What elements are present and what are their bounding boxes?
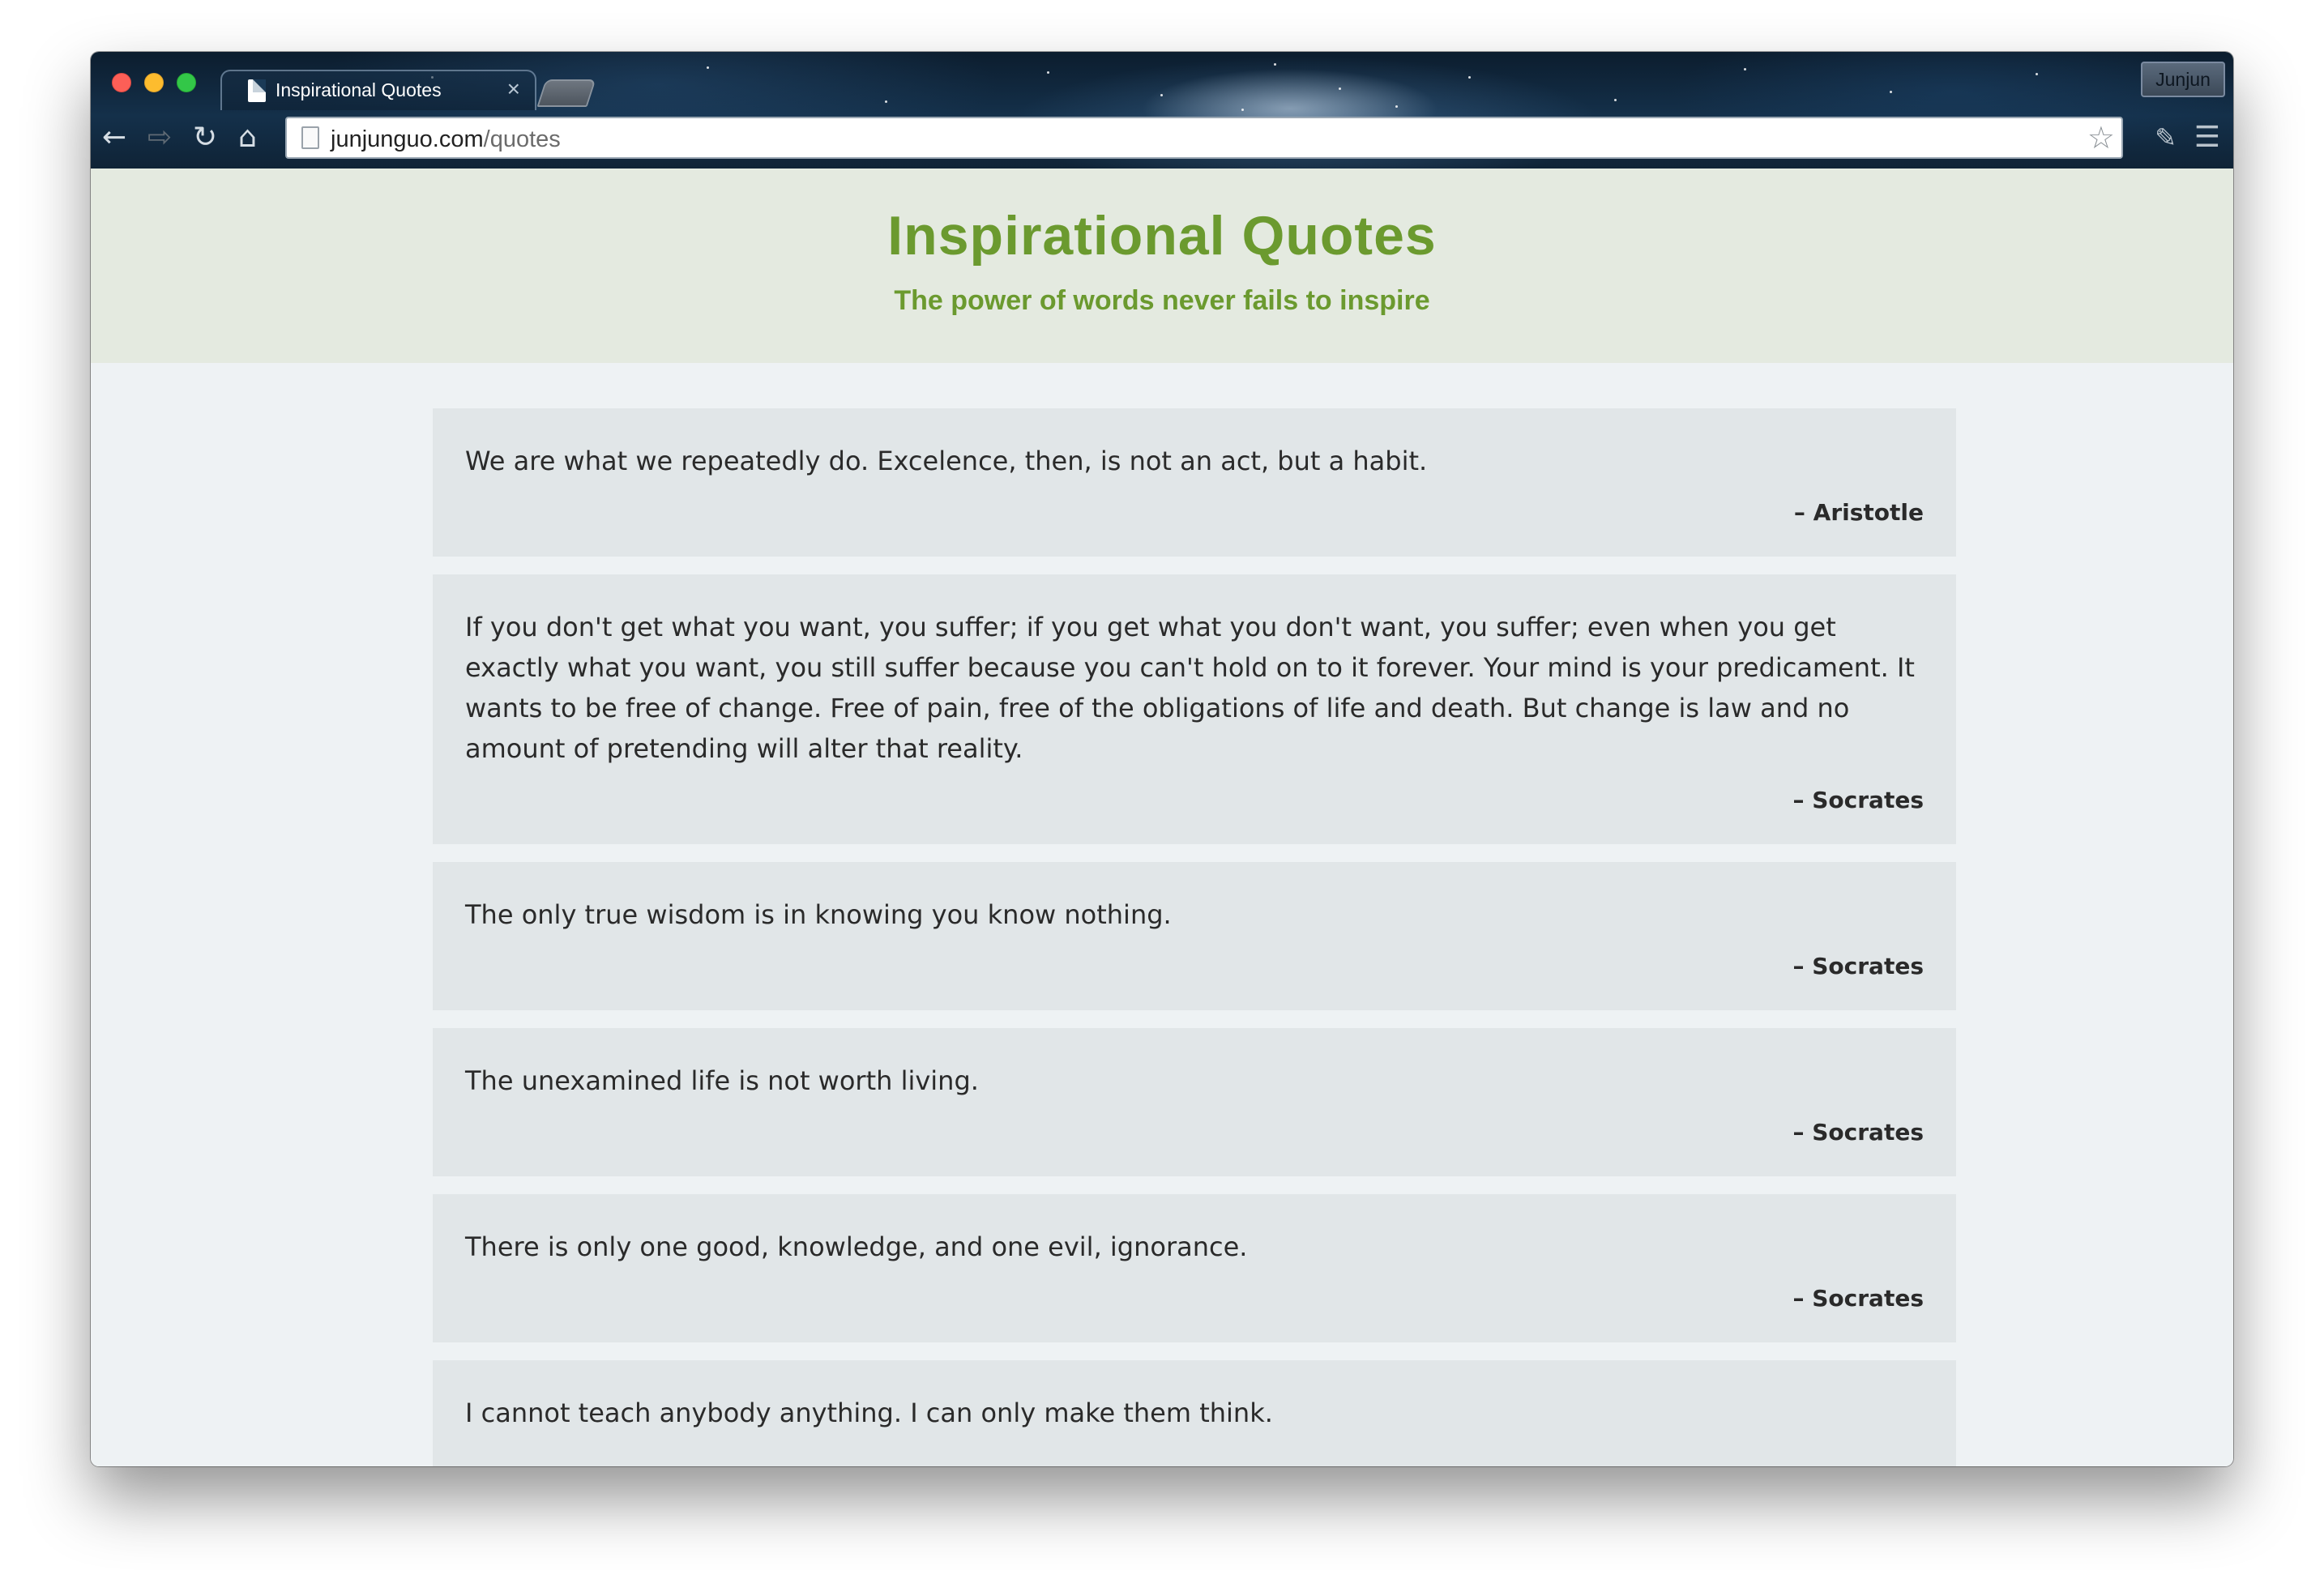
address-bar[interactable]: junjunguo.com/quotes ☆ bbox=[285, 117, 2123, 159]
page-title: Inspirational Quotes bbox=[887, 205, 1437, 267]
extension-icon[interactable]: ✎ bbox=[2155, 122, 2177, 154]
quote-text: The unexamined life is not worth living. bbox=[465, 1065, 979, 1096]
page-content: Inspirational Quotes The power of words … bbox=[91, 169, 2233, 1466]
quote-text: There is only one good, knowledge, and o… bbox=[465, 1231, 1248, 1262]
page-subtitle: The power of words never fails to inspir… bbox=[894, 285, 1430, 316]
quote-card: There is only one good, knowledge, and o… bbox=[433, 1194, 1956, 1342]
reload-icon[interactable]: ↻ bbox=[193, 122, 217, 154]
quote-card: The only true wisdom is in knowing you k… bbox=[433, 862, 1956, 1010]
quote-text: I cannot teach anybody anything. I can o… bbox=[465, 1398, 1273, 1428]
zoom-window-button[interactable] bbox=[177, 73, 196, 92]
profile-button[interactable]: Junjun bbox=[2141, 62, 2225, 97]
bookmark-star-icon[interactable]: ☆ bbox=[2087, 120, 2115, 156]
quote-author: – Aristotle bbox=[1793, 499, 1924, 526]
minimize-window-button[interactable] bbox=[144, 73, 164, 92]
browser-window: Inspirational Quotes × Junjun ← ⇨ ↻ ⌂ ju… bbox=[91, 52, 2233, 1466]
page-icon bbox=[248, 79, 266, 102]
quote-text: We are what we repeatedly do. Excelence,… bbox=[465, 446, 1428, 476]
quote-list: We are what we repeatedly do. Excelence,… bbox=[433, 408, 1956, 1466]
quote-author: – Socrates bbox=[1792, 1119, 1925, 1146]
menu-icon[interactable]: ☰ bbox=[2194, 122, 2220, 154]
forward-arrow-icon[interactable]: ⇨ bbox=[147, 122, 172, 154]
quote-text: If you don't get what you want, you suff… bbox=[465, 612, 1915, 764]
quote-card: The unexamined life is not worth living.… bbox=[433, 1028, 1956, 1176]
url-host: junjunguo.com bbox=[331, 126, 484, 152]
tab-inspirational-quotes[interactable]: Inspirational Quotes × bbox=[220, 70, 536, 110]
tab-close-icon[interactable]: × bbox=[507, 76, 520, 102]
new-tab-button[interactable] bbox=[536, 79, 596, 107]
url-path: /quotes bbox=[483, 126, 561, 152]
url-text[interactable]: junjunguo.com/quotes bbox=[331, 126, 561, 153]
browser-toolbar: Inspirational Quotes × Junjun ← ⇨ ↻ ⌂ ju… bbox=[91, 52, 2233, 169]
tab-title: Inspirational Quotes bbox=[276, 79, 442, 100]
back-arrow-icon[interactable]: ← bbox=[102, 122, 126, 154]
page-icon bbox=[301, 126, 319, 149]
quote-author: – Socrates bbox=[1792, 1285, 1925, 1312]
quote-author: – Socrates bbox=[1792, 953, 1925, 979]
close-window-button[interactable] bbox=[112, 73, 131, 92]
page-header: Inspirational Quotes The power of words … bbox=[91, 169, 2233, 363]
home-icon[interactable]: ⌂ bbox=[238, 122, 257, 154]
quote-card: I cannot teach anybody anything. I can o… bbox=[433, 1360, 1956, 1466]
quote-card: If you don't get what you want, you suff… bbox=[433, 574, 1956, 844]
quote-card: We are what we repeatedly do. Excelence,… bbox=[433, 408, 1956, 557]
quote-text: The only true wisdom is in knowing you k… bbox=[465, 899, 1172, 930]
quote-author: – Socrates bbox=[1792, 787, 1925, 813]
